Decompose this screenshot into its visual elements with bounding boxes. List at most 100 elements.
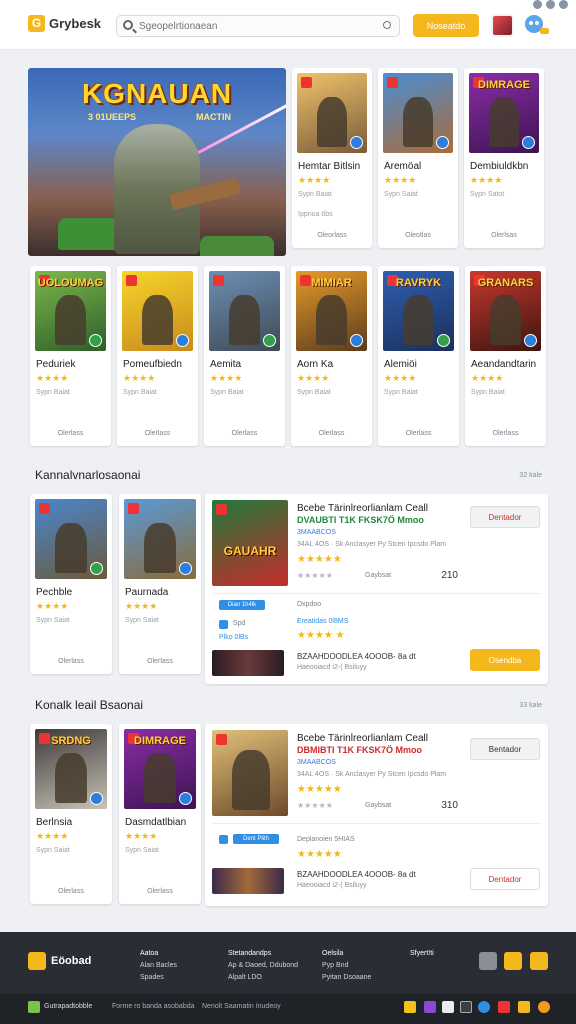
- game-card[interactable]: UOLOUMAG Peduriek ★★★★ Sypn Baiat Olerlass: [30, 266, 111, 446]
- panel1-strip-thumb[interactable]: [212, 650, 284, 676]
- game-thumbnail[interactable]: MIMIAR: [296, 271, 367, 351]
- game-card[interactable]: DIMRAGE Dembiuldkbn ★★★★ Sypn Satot Olerlsas: [464, 68, 544, 248]
- panel1-chip[interactable]: Dian 1h4lk: [219, 600, 265, 610]
- card-footer-link[interactable]: Olerlass: [204, 430, 285, 437]
- footer-col2-link-b[interactable]: Alpalt LDO: [228, 972, 298, 984]
- panel2-strip-button[interactable]: Dentador: [470, 868, 540, 890]
- rating-stars: ★★★★: [125, 831, 158, 841]
- verified-icon: [350, 334, 363, 347]
- footer-col2-link-a[interactable]: Ap & Daoed, Ddubond: [228, 960, 298, 972]
- footer-logo[interactable]: Eöobad: [28, 952, 91, 970]
- panel2-strip-thumb[interactable]: [212, 868, 284, 894]
- character-figure: [402, 97, 434, 147]
- character-figure: [55, 523, 87, 573]
- footer-bottom-link-2[interactable]: Nenolt Saamatin Inudeoy: [202, 1003, 281, 1010]
- mascot-icon[interactable]: [520, 12, 550, 38]
- footer-app-icon-2[interactable]: [424, 1001, 436, 1013]
- logo-text: Grybesk: [49, 16, 102, 31]
- game-thumbnail[interactable]: DIMRAGE: [469, 73, 539, 153]
- footer-share-icon[interactable]: [479, 952, 497, 970]
- footer-app-icon-5[interactable]: [478, 1001, 490, 1013]
- card-footer-link[interactable]: Olerlass: [119, 658, 201, 665]
- game-thumbnail[interactable]: GRANARS: [470, 271, 541, 351]
- panel2-thumb[interactable]: [212, 730, 288, 816]
- game-card[interactable]: GRANARS Aeandandtarin ★★★★ Sypn Baiat Olerla…: [465, 266, 546, 446]
- game-thumbnail[interactable]: [124, 499, 196, 579]
- footer-app-icon-4[interactable]: [460, 1001, 472, 1013]
- card-footer-link[interactable]: Olerlass: [465, 430, 546, 437]
- header-action-button[interactable]: Noseatdo: [413, 14, 479, 37]
- hero-banner[interactable]: KGNAUAN 3 01UEEPS MACTIN: [28, 68, 286, 256]
- panel1-user-rating[interactable]: ★★★★★: [297, 571, 333, 580]
- footer-col3-link-a[interactable]: Pyp Bnd: [322, 960, 371, 972]
- game-card[interactable]: DIMRAGE Dasmdatlbian ★★★★ Sypn Saiat Olerlas…: [119, 724, 201, 904]
- section2-detail-panel[interactable]: Bcebe Tärinlreorlianlam Ceall DBMIBTI T1…: [205, 724, 548, 906]
- game-card[interactable]: Aemita ★★★★ Sypn Baiat Olerlass: [204, 266, 285, 446]
- card-footer-link[interactable]: Olerlass: [119, 888, 201, 895]
- user-icon[interactable]: [533, 0, 542, 9]
- rating-stars: ★★★★: [125, 601, 158, 611]
- footer-social-icon-1[interactable]: [504, 952, 522, 970]
- game-thumbnail[interactable]: [209, 271, 280, 351]
- site-logo[interactable]: G Grybesk: [28, 15, 101, 32]
- top-header: G Grybesk Noseatdo: [0, 0, 576, 50]
- game-thumbnail[interactable]: [297, 73, 367, 153]
- footer-social-icon-2[interactable]: [530, 952, 548, 970]
- game-card[interactable]: RAVRYK Alemiöi ★★★★ Sypn Baiat Olerlass: [378, 266, 459, 446]
- panel1-primary-button[interactable]: Dentador: [470, 506, 540, 528]
- footer-col2-heading: Stetandandps: [228, 950, 272, 957]
- footer-col1-link-a[interactable]: Alan Bacles: [140, 960, 177, 972]
- game-thumbnail[interactable]: [383, 73, 453, 153]
- game-card[interactable]: Hemtar Bitlsin ★★★★ Sypn Baiat Ippnoa 6bs Ol…: [292, 68, 372, 248]
- avatar[interactable]: [491, 14, 514, 37]
- card-footer-link[interactable]: Olerlass: [30, 888, 112, 895]
- game-card[interactable]: Pechble ★★★★ Sypn Saiat Olerlass: [30, 494, 112, 674]
- card-footer-link[interactable]: Oleorlass: [292, 232, 372, 239]
- notification-icon[interactable]: [559, 0, 568, 9]
- game-thumbnail[interactable]: SRDNG: [35, 729, 107, 809]
- footer-col3-link-b[interactable]: Pyitan Dsoaane: [322, 972, 371, 984]
- footer-app-icon-7[interactable]: [518, 1001, 530, 1013]
- game-card[interactable]: Aremöal ★★★★ Sypn Saiat Oleotlas: [378, 68, 458, 248]
- game-card[interactable]: Paurnada ★★★★ Sypn Saiat Olerlass: [119, 494, 201, 674]
- thumbnail-title: DIMRAGE: [478, 79, 530, 91]
- panel2-chip-icon: [219, 835, 228, 844]
- search-bar[interactable]: [116, 15, 400, 37]
- game-meta: Sypn Saiat: [36, 847, 70, 854]
- card-footer-link[interactable]: Olerlsas: [464, 232, 544, 239]
- settings-icon[interactable]: [546, 0, 555, 9]
- panel2-chip[interactable]: Dent Plith: [233, 834, 279, 844]
- game-card[interactable]: SRDNG Berlnsia ★★★★ Sypn Saiat Olerlass: [30, 724, 112, 904]
- game-thumbnail[interactable]: DIMRAGE: [124, 729, 196, 809]
- footer-app-icon-1[interactable]: [404, 1001, 416, 1013]
- card-footer-link[interactable]: Olerlass: [30, 658, 112, 665]
- game-thumbnail[interactable]: UOLOUMAG: [35, 271, 106, 351]
- panel1-chip-label: Dxpdoo: [297, 601, 322, 608]
- game-thumbnail[interactable]: RAVRYK: [383, 271, 454, 351]
- card-footer-link[interactable]: Oleotlas: [378, 232, 458, 239]
- game-name: Pechble: [36, 587, 73, 598]
- card-footer-link[interactable]: Olerlass: [117, 430, 198, 437]
- game-thumbnail[interactable]: [122, 271, 193, 351]
- panel2-user-rating[interactable]: ★★★★★: [297, 801, 333, 810]
- card-footer-link[interactable]: Olerlass: [378, 430, 459, 437]
- footer-app-icon-6[interactable]: [498, 1001, 510, 1013]
- footer-col1-link-b[interactable]: Spades: [140, 972, 177, 984]
- panel1-strip-button[interactable]: Osendba: [470, 649, 540, 671]
- game-name: Paurnada: [125, 587, 169, 598]
- panel2-primary-button[interactable]: Bentador: [470, 738, 540, 760]
- search-input[interactable]: [139, 18, 379, 34]
- footer-app-icon-8[interactable]: [538, 1001, 550, 1013]
- game-thumbnail[interactable]: [35, 499, 107, 579]
- card-footer-link[interactable]: Olerlass: [291, 430, 372, 437]
- mic-icon[interactable]: [383, 21, 391, 29]
- footer-bottom-link-1[interactable]: Forme ro banda asobabda: [112, 1003, 195, 1010]
- rating-stars: ★★★★: [384, 175, 417, 185]
- game-card[interactable]: Pomeufbiedn ★★★★ Sypn Baiat Olerlass: [117, 266, 198, 446]
- section1-detail-panel[interactable]: GAUAHR Bcebe Tärinlreorlianlam Ceall DVA…: [205, 494, 548, 684]
- card-footer-link[interactable]: Olerlass: [30, 430, 111, 437]
- panel1-thumb[interactable]: GAUAHR: [212, 500, 288, 586]
- footer-app-icon-3[interactable]: [442, 1001, 454, 1013]
- panel1-subtitle: DVAUBTI T1K FKSK7Ö Mmoo: [297, 515, 424, 525]
- game-card[interactable]: MIMIAR Aorn Ka ★★★★ Sypn Baiat Olerlass: [291, 266, 372, 446]
